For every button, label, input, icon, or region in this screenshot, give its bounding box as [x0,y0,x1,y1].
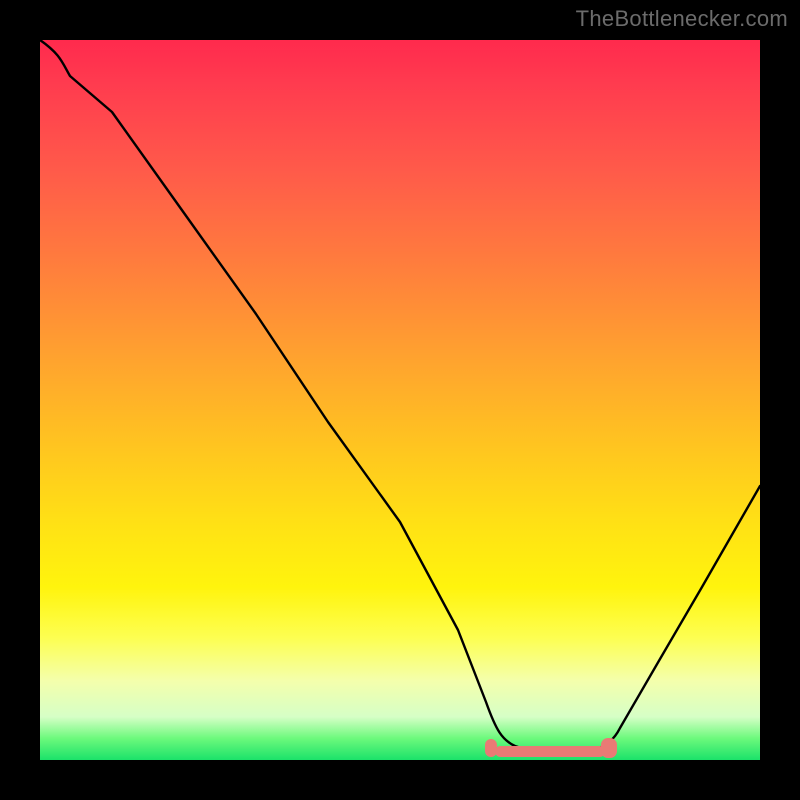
watermark-text: TheBottlenecker.com [576,6,788,32]
highlight-segment [495,746,605,757]
chart-stage: TheBottlenecker.com [0,0,800,800]
plot-area [40,40,760,760]
highlight-segment [601,738,617,758]
curve-svg [40,40,760,760]
curve-path [40,40,760,753]
